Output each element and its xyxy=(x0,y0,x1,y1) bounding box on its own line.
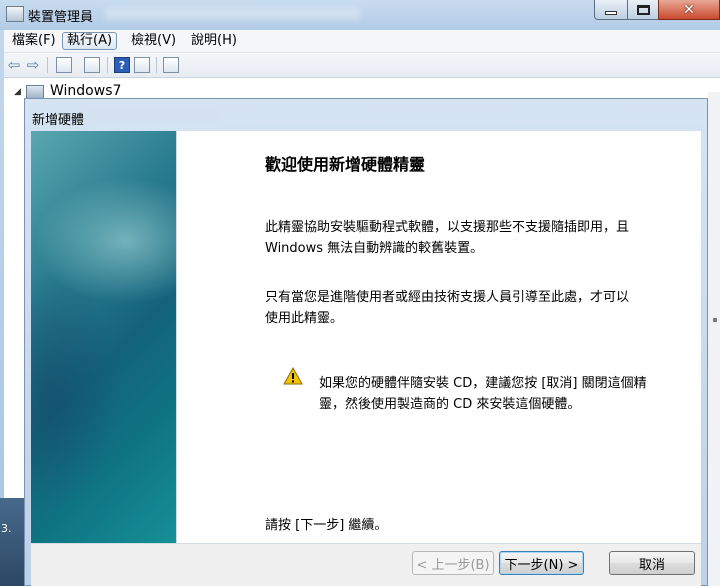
scrollbar-grip xyxy=(713,318,717,322)
banner-divider xyxy=(176,131,177,543)
help-icon[interactable]: ? xyxy=(114,57,130,73)
wizard-titlebar[interactable]: 新增硬體 xyxy=(25,99,707,131)
tree-root-label[interactable]: Windows7 xyxy=(50,83,121,99)
continue-instruction: 請按 [下一步] 繼續。 xyxy=(265,518,388,533)
minimize-button[interactable] xyxy=(594,0,628,20)
forward-arrow-icon[interactable]: ⇨ xyxy=(25,57,41,73)
window-title: 裝置管理員 xyxy=(28,10,94,25)
advanced-line-2: 使用此精靈。 xyxy=(265,311,344,326)
close-icon: ✕ xyxy=(683,1,695,18)
device-manager-icon xyxy=(6,6,24,22)
toolbar-separator xyxy=(156,57,157,73)
intro-line-1: 此精靈協助安裝驅動程式軟體，以支援那些不支援隨插即用，且 xyxy=(265,220,630,235)
window-titlebar[interactable]: 裝置管理員 ✕ xyxy=(0,0,720,30)
close-button[interactable]: ✕ xyxy=(658,0,720,20)
scan-hardware-icon[interactable] xyxy=(163,57,179,73)
tree-expander-icon[interactable]: ◢ xyxy=(14,87,21,97)
blurred-title-region xyxy=(87,109,217,121)
warning-text: 如果您的硬體伴隨安裝 CD，建議您按 [取消] 關閉這個精 靈，然後使用製造商的… xyxy=(319,373,647,415)
update-icon[interactable] xyxy=(84,57,100,73)
menu-action[interactable]: 執行(A) xyxy=(62,32,118,50)
view-icon[interactable] xyxy=(134,57,150,73)
maximize-button[interactable] xyxy=(627,0,659,20)
minimize-icon xyxy=(605,10,617,15)
advanced-user-paragraph: 只有當您是進階使用者或經由技術支援人員引導至此處，才可以 使用此精靈。 xyxy=(265,287,629,329)
wizard-body: 歡迎使用新增硬體精靈 此精靈協助安裝驅動程式軟體，以支援那些不支援隨插即用，且 … xyxy=(31,131,701,586)
tree-scrollbar[interactable] xyxy=(708,92,720,586)
toolbar: ⇦ ⇨ ? xyxy=(4,53,720,78)
menu-view[interactable]: 檢視(V) xyxy=(127,32,180,50)
intro-paragraph: 此精靈協助安裝驅動程式軟體，以支援那些不支援隨插即用，且 Windows 無法自… xyxy=(265,217,629,259)
intro-line-2: Windows 無法自動辨識的較舊裝置。 xyxy=(265,241,484,256)
computer-icon xyxy=(26,85,44,99)
taskbar-fragment: 3. xyxy=(0,498,24,586)
blurred-title-region xyxy=(105,7,360,20)
cancel-button[interactable]: 取消 xyxy=(609,551,695,575)
advanced-line-1: 只有當您是進階使用者或經由技術支援人員引導至此處，才可以 xyxy=(265,290,630,305)
properties-icon[interactable] xyxy=(56,57,72,73)
back-arrow-icon[interactable]: ⇦ xyxy=(6,57,22,73)
back-button[interactable]: < 上一步(B) xyxy=(412,551,494,575)
menubar: 檔案(F) 執行(A) 檢視(V) 說明(H) xyxy=(4,30,720,53)
toolbar-separator xyxy=(107,57,108,73)
toolbar-separator xyxy=(47,57,48,73)
taskbar-fragment-text: 3. xyxy=(1,522,12,535)
wizard-banner-image xyxy=(31,131,176,543)
wizard-footer: < 上一步(B) 下一步(N) > 取消 xyxy=(31,544,701,586)
wizard-title: 新增硬體 xyxy=(32,113,85,128)
menu-help[interactable]: 說明(H) xyxy=(187,32,241,50)
warning-icon xyxy=(283,367,303,385)
warning-line-2: 靈，然後使用製造商的 CD 來安裝這個硬體。 xyxy=(319,397,581,412)
next-button[interactable]: 下一步(N) > xyxy=(499,551,584,575)
maximize-icon xyxy=(636,4,650,15)
wizard-heading: 歡迎使用新增硬體精靈 xyxy=(265,155,426,174)
warning-line-1: 如果您的硬體伴隨安裝 CD，建議您按 [取消] 關閉這個精 xyxy=(319,376,647,391)
add-hardware-wizard: 新增硬體 歡迎使用新增硬體精靈 此精靈協助安裝驅動程式軟體，以支援那些不支援隨插… xyxy=(24,98,708,586)
menu-file[interactable]: 檔案(F) xyxy=(8,32,60,50)
